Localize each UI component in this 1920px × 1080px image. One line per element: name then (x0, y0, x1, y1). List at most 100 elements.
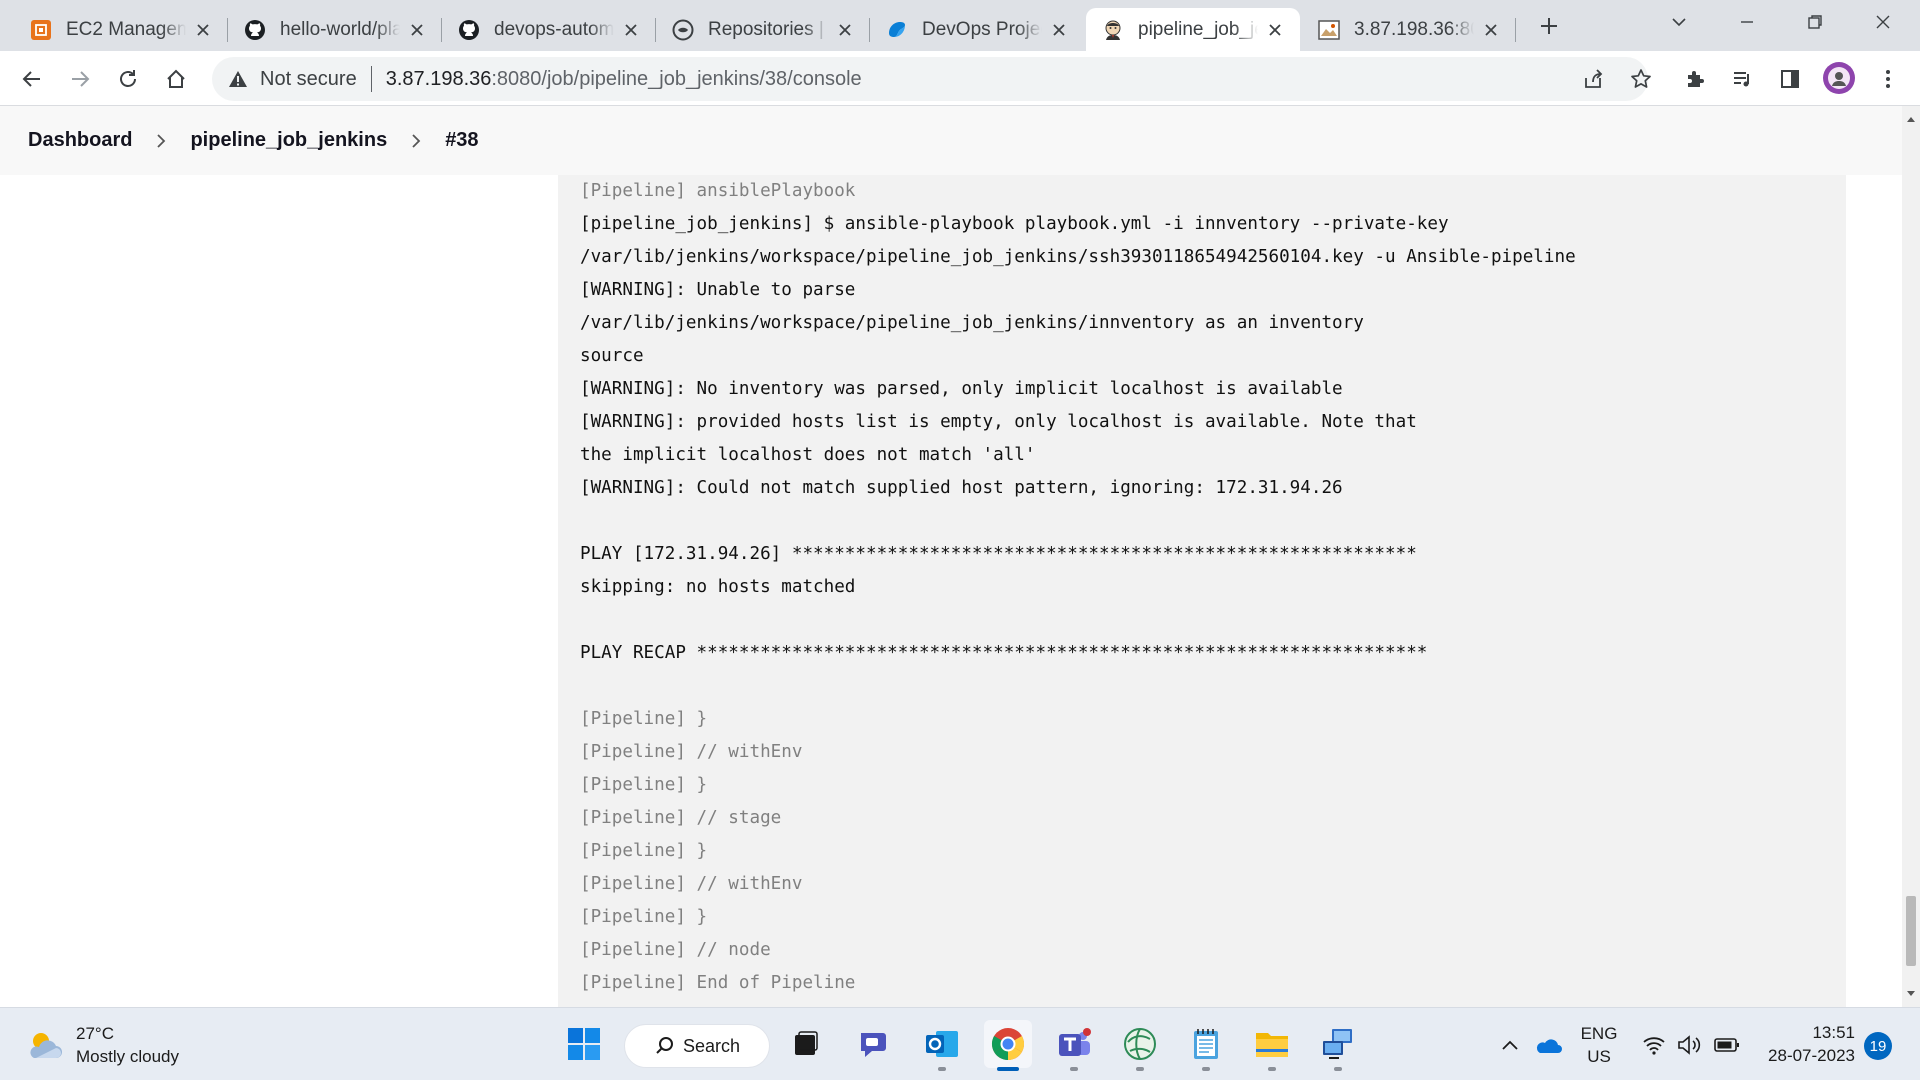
side-panel-icon (1781, 70, 1799, 88)
remote-desktop-app[interactable] (1314, 1020, 1362, 1071)
console-line: skipping: no hosts matched (580, 577, 856, 597)
close-tab-icon[interactable] (620, 19, 642, 41)
minimize-button[interactable] (1713, 0, 1781, 44)
tab-pipeline-job-jenkins[interactable]: pipeline_job_jenkins (1086, 8, 1300, 51)
close-tab-icon[interactable] (192, 19, 214, 41)
reload-icon (120, 70, 136, 87)
windows-logo-icon (568, 1028, 600, 1060)
running-indicator (1070, 1067, 1078, 1071)
console-line: [WARNING]: Could not match supplied host… (580, 478, 1343, 498)
weather-widget[interactable]: 27°C Mostly cloudy (26, 1022, 179, 1068)
close-window-button[interactable] (1849, 0, 1917, 44)
avatar-icon (1828, 67, 1850, 89)
restore-button[interactable] (1781, 0, 1849, 44)
share-icon[interactable] (1574, 60, 1612, 98)
system-clock[interactable]: 13:51 28-07-2023 (1760, 1021, 1855, 1067)
tab-title: DevOps Project (922, 18, 1042, 40)
console-line: [WARNING]: No inventory was parsed, only… (580, 379, 1343, 399)
breadcrumb-job[interactable]: pipeline_job_jenkins (190, 123, 387, 158)
console-line: [Pipeline] // withEnv (580, 874, 803, 894)
aws-ec2-icon (30, 19, 52, 41)
scrollbar-thumb[interactable] (1906, 896, 1916, 966)
browser-toolbar: Not secure 3.87.198.36:8080/job/pipeline… (0, 51, 1920, 106)
address-bar[interactable]: Not secure 3.87.198.36:8080/job/pipeline… (212, 57, 1651, 101)
media-control-button[interactable] (1723, 60, 1761, 98)
teams-chat-app[interactable] (850, 1020, 898, 1068)
close-tab-icon[interactable] (1480, 19, 1502, 41)
close-tab-icon[interactable] (1264, 19, 1286, 41)
browser-tab-strip: EC2 Management Console hello-world/playb… (0, 0, 1920, 51)
console-line: /var/lib/jenkins/workspace/pipeline_job_… (580, 313, 1364, 333)
side-panel-button[interactable] (1771, 60, 1809, 98)
volume-icon[interactable] (1676, 1008, 1704, 1080)
tab-title: hello-world/playbook (280, 18, 400, 40)
puzzle-icon (1688, 71, 1704, 87)
tab-hello-world[interactable]: hello-world/playbook (228, 8, 442, 51)
task-view-button[interactable] (782, 1020, 830, 1068)
tab-repositories[interactable]: Repositories | DevOps (656, 8, 870, 51)
battery-icon[interactable] (1712, 1008, 1742, 1080)
url-text[interactable]: 3.87.198.36:8080/job/pipeline_job_jenkin… (386, 68, 862, 91)
folder-icon (1256, 1033, 1288, 1057)
console-line: [WARNING]: provided hosts list is empty,… (580, 412, 1417, 432)
console-line: [Pipeline] } (580, 775, 708, 795)
breadcrumb-build[interactable]: #38 (445, 123, 478, 158)
forward-button[interactable] (61, 60, 99, 98)
task-view-icon (795, 1031, 818, 1055)
file-explorer-app[interactable] (1248, 1020, 1296, 1071)
address-divider (370, 66, 372, 92)
wifi-icon[interactable] (1640, 1008, 1668, 1080)
page-scrollbar[interactable] (1902, 106, 1920, 1007)
notepad-app[interactable] (1182, 1020, 1230, 1071)
scroll-down-icon[interactable] (1902, 985, 1920, 1003)
home-button[interactable] (157, 60, 195, 98)
notepad-icon (1194, 1029, 1218, 1059)
new-tab-button[interactable] (1529, 8, 1569, 44)
tab-devops-project[interactable]: DevOps Project (870, 8, 1084, 51)
bookmark-star-icon[interactable] (1622, 60, 1660, 98)
security-label[interactable]: Not secure (260, 68, 357, 91)
onedrive-icon[interactable] (1532, 1008, 1564, 1080)
console-line: the implicit localhost does not match 'a… (580, 445, 1036, 465)
chevron-right-icon (154, 133, 168, 148)
language-indicator[interactable]: ENG US (1576, 1008, 1622, 1080)
tab-jenkins-host[interactable]: 3.87.198.36:8080 (1302, 8, 1516, 51)
close-tab-icon[interactable] (406, 19, 428, 41)
close-tab-icon[interactable] (1048, 19, 1070, 41)
azure-devops-icon (886, 19, 908, 41)
show-hidden-icons-button[interactable] (1498, 1008, 1522, 1080)
notification-badge[interactable]: 19 (1864, 1032, 1892, 1060)
browser-menu-button[interactable] (1869, 60, 1907, 98)
tab-devops-automation[interactable]: devops-automation (442, 8, 656, 51)
tab-search-button[interactable] (1645, 0, 1713, 44)
edge-like-app[interactable] (1116, 1020, 1164, 1071)
breadcrumb-dashboard[interactable]: Dashboard (28, 123, 132, 158)
console-line: [Pipeline] // withEnv (580, 742, 803, 762)
console-line: [Pipeline] } (580, 709, 708, 729)
taskbar-search[interactable]: Search (624, 1024, 770, 1068)
warning-icon[interactable] (228, 69, 248, 89)
running-indicator (1202, 1067, 1210, 1071)
console-line: source (580, 346, 644, 366)
start-button[interactable] (560, 1020, 608, 1068)
close-tab-icon[interactable] (834, 19, 856, 41)
console-line: [Pipeline] End of Pipeline (580, 973, 856, 993)
search-icon (655, 1036, 675, 1056)
windows-taskbar: 27°C Mostly cloudy Search ENG US 13:51 2… (0, 1007, 1920, 1080)
github-icon (244, 19, 266, 41)
language-top: ENG (1580, 1023, 1618, 1043)
scroll-up-icon[interactable] (1902, 110, 1920, 128)
language-bottom: US (1587, 1046, 1611, 1066)
outlook-app[interactable] (918, 1020, 966, 1071)
back-button[interactable] (13, 60, 51, 98)
profile-avatar[interactable] (1823, 62, 1855, 94)
tab-ec2[interactable]: EC2 Management Console (14, 8, 228, 51)
chrome-app[interactable] (984, 1020, 1032, 1071)
running-indicator (997, 1067, 1019, 1071)
playlist-icon (1734, 72, 1749, 87)
extensions-button[interactable] (1676, 60, 1714, 98)
teams-app[interactable] (1050, 1020, 1098, 1071)
close-icon (1876, 15, 1890, 29)
reload-button[interactable] (109, 60, 147, 98)
